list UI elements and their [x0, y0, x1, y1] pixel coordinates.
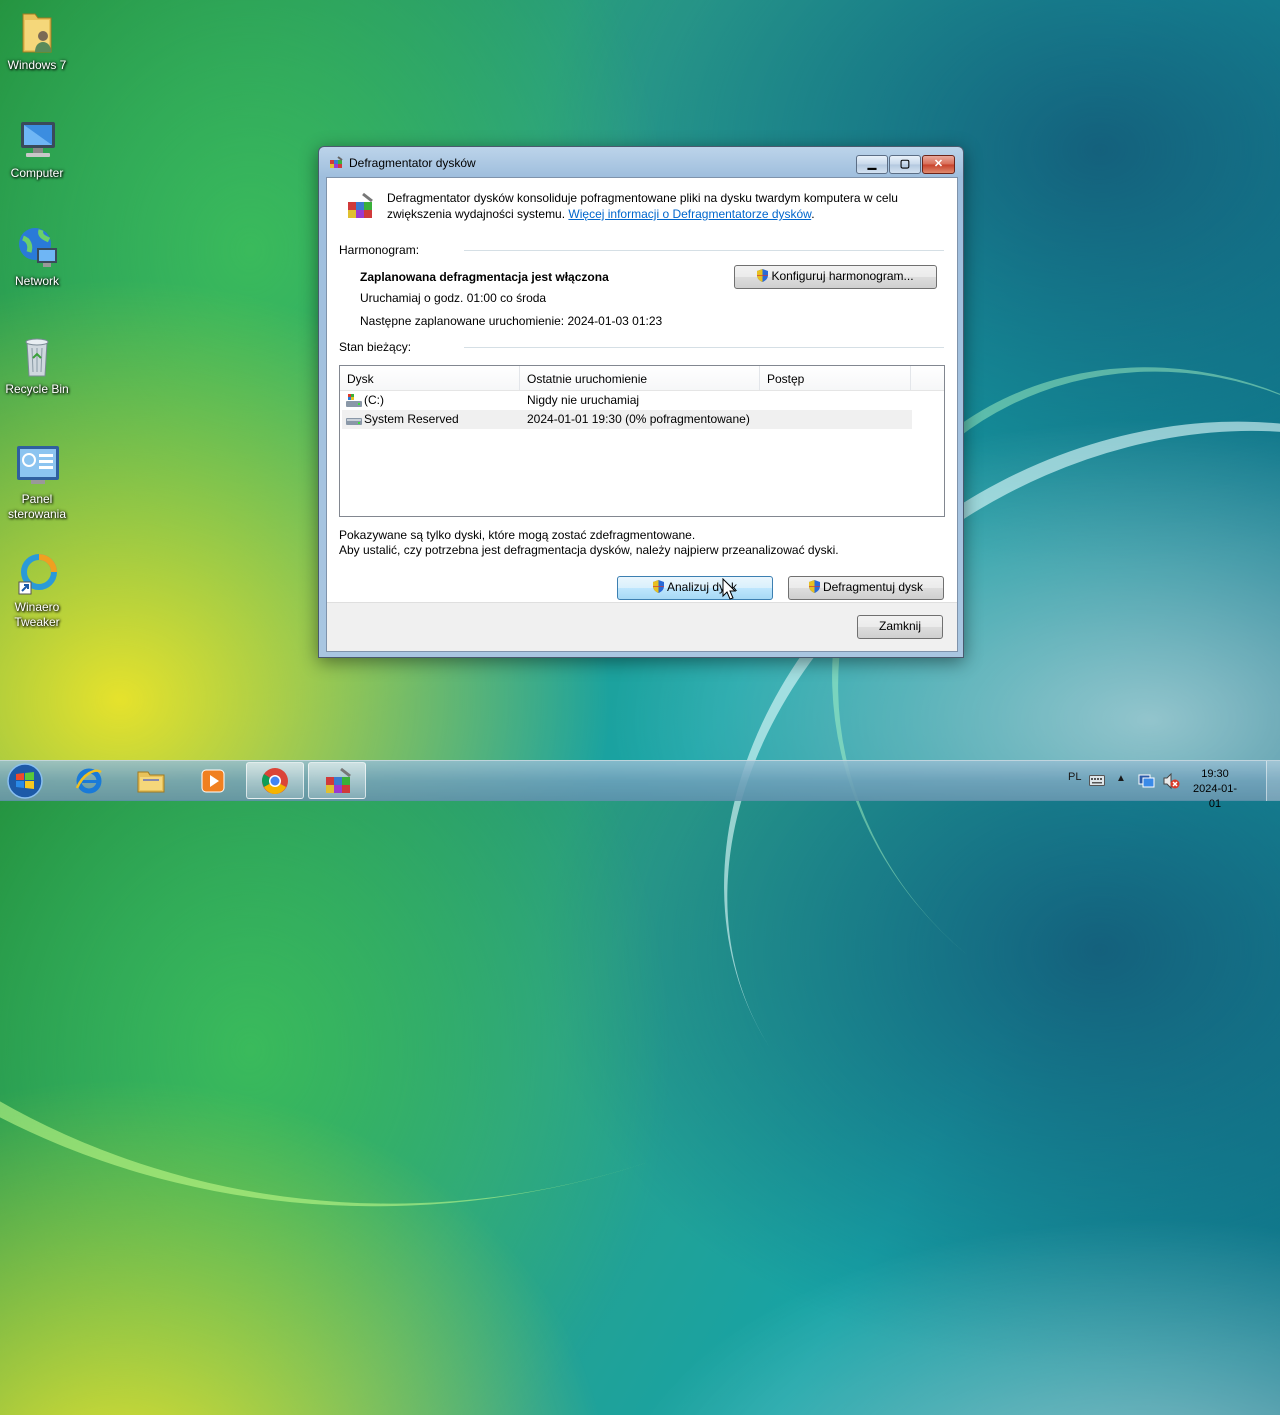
- drive-icon: [346, 413, 362, 426]
- show-desktop-button[interactable]: [1266, 761, 1280, 801]
- dialog-button-bar: Zamknij: [327, 602, 957, 651]
- desktop-icon-windows7[interactable]: Windows 7: [2, 8, 72, 73]
- intro-link-suffix: .: [811, 207, 815, 221]
- schedule-separator: [464, 250, 944, 251]
- status-separator: [464, 347, 944, 348]
- uac-shield-icon: [757, 268, 769, 282]
- close-button[interactable]: Zamknij: [857, 615, 943, 639]
- clock-time: 19:30: [1201, 768, 1229, 780]
- window-client-area: Defragmentator dysków konsoliduje pofrag…: [326, 177, 958, 652]
- disk-last-run: Nigdy nie uruchamiaj: [527, 393, 640, 407]
- disk-name: (C:): [364, 393, 384, 407]
- media-player-icon: [201, 769, 225, 793]
- desktop-icon-label: Windows 7: [7, 58, 67, 72]
- action-center-icon[interactable]: [1137, 772, 1155, 790]
- desktop-icon-network[interactable]: Network: [2, 224, 72, 289]
- desktop-icon-label: Network: [14, 274, 59, 288]
- current-status-label: Stan bieżący:: [339, 340, 412, 354]
- keyboard-icon[interactable]: [1089, 775, 1105, 786]
- disk-row-c[interactable]: (C:) Nigdy nie uruchamiaj: [342, 391, 912, 410]
- intro-text: Defragmentator dysków konsoliduje pofrag…: [387, 190, 947, 222]
- more-info-link[interactable]: Więcej informacji o Defragmentatorze dys…: [568, 207, 811, 221]
- note-line-2: Aby ustalić, czy potrzebna jest defragme…: [339, 543, 839, 557]
- user-folder-icon: [13, 8, 61, 56]
- taskbar-chrome[interactable]: [246, 762, 304, 799]
- defrag-app-icon: [326, 767, 351, 793]
- uac-shield-icon: [808, 579, 820, 593]
- minimize-button[interactable]: ▁: [856, 155, 888, 174]
- control-panel-icon: [13, 442, 61, 490]
- desktop-icon-control-panel[interactable]: Panel sterowania: [2, 442, 72, 522]
- maximize-icon: ▢: [899, 158, 911, 170]
- close-icon: ✕: [933, 158, 944, 170]
- folder-icon: [137, 771, 165, 793]
- chrome-icon: [261, 768, 288, 794]
- system-drive-icon: [346, 394, 362, 407]
- defragmenter-window: Defragmentator dysków ▁ ▢ ✕ Defragmentat…: [318, 146, 964, 658]
- start-button[interactable]: [4, 763, 46, 799]
- taskbar-windows-explorer[interactable]: [122, 762, 180, 799]
- taskbar-disk-defragmenter[interactable]: [308, 762, 366, 799]
- schedule-status: Zaplanowana defragmentacja jest włączona: [360, 270, 609, 284]
- internet-explorer-icon: [75, 768, 102, 794]
- schedule-run-at: Uruchamiaj o godz. 01:00 co środa: [360, 291, 547, 305]
- schedule-next-run: Następne zaplanowane uruchomienie: 2024-…: [360, 314, 663, 328]
- analyze-disk-button[interactable]: Analizuj dysk: [617, 576, 773, 600]
- recycle-bin-icon: [13, 332, 61, 380]
- taskbar: PL ▲ 19:30 2024-01-01: [0, 760, 1280, 810]
- system-clock[interactable]: 19:30 2024-01-01: [1190, 767, 1240, 812]
- close-window-button[interactable]: ✕: [922, 155, 955, 174]
- column-header-last-run[interactable]: Ostatnie uruchomienie: [520, 366, 760, 390]
- clock-date: 2024-01-01: [1192, 783, 1238, 810]
- language-indicator[interactable]: PL: [1068, 771, 1081, 811]
- desktop-icon-recycle-bin[interactable]: Recycle Bin: [2, 332, 72, 397]
- network-globe-icon: [13, 224, 61, 272]
- disk-name: System Reserved: [364, 412, 459, 426]
- defrag-app-icon: [329, 156, 343, 170]
- winaero-tweaker-icon: [13, 550, 61, 598]
- configure-schedule-label: Konfiguruj harmonogram...: [771, 269, 914, 283]
- defrag-header-icon: [345, 192, 375, 222]
- taskbar-internet-explorer[interactable]: [60, 762, 118, 799]
- desktop-icon-label: Recycle Bin: [5, 382, 69, 396]
- mouse-pointer-icon: [722, 578, 736, 600]
- show-hidden-icons-chevron-icon[interactable]: ▲: [1116, 773, 1126, 813]
- disk-list[interactable]: Dysk Ostatnie uruchomienie Postęp (C:) N…: [339, 365, 945, 517]
- taskbar-media-player[interactable]: [184, 762, 242, 799]
- desktop-icon-label: Computer: [10, 166, 64, 180]
- disk-row-system-reserved[interactable]: System Reserved 2024-01-01 19:30 (0% pof…: [342, 410, 912, 429]
- computer-icon: [13, 116, 61, 164]
- volume-muted-icon[interactable]: [1162, 772, 1180, 790]
- desktop-icon-label: Winaero Tweaker: [14, 600, 60, 629]
- window-title: Defragmentator dysków: [349, 156, 476, 170]
- window-titlebar[interactable]: Defragmentator dysków ▁ ▢ ✕: [319, 147, 963, 177]
- desktop-icon-label: Panel sterowania: [7, 492, 67, 521]
- configure-schedule-button[interactable]: Konfiguruj harmonogram...: [734, 265, 937, 289]
- column-header-progress[interactable]: Postęp: [760, 366, 911, 390]
- schedule-section-label: Harmonogram:: [339, 243, 420, 257]
- column-header-disk[interactable]: Dysk: [340, 366, 520, 390]
- uac-shield-icon: [652, 579, 664, 593]
- disk-list-header: Dysk Ostatnie uruchomienie Postęp: [340, 366, 944, 391]
- disk-last-run: 2024-01-01 19:30 (0% pofragmentowane): [527, 412, 750, 426]
- desktop-icon-winaero-tweaker[interactable]: Winaero Tweaker: [2, 550, 72, 630]
- maximize-button[interactable]: ▢: [889, 155, 921, 174]
- note-line-1: Pokazywane są tylko dyski, które mogą zo…: [339, 528, 696, 542]
- defragment-disk-button[interactable]: Defragmentuj dysk: [788, 576, 944, 600]
- minimize-icon: ▁: [867, 158, 877, 170]
- desktop-icon-computer[interactable]: Computer: [2, 116, 72, 181]
- defragment-disk-label: Defragmentuj dysk: [822, 580, 924, 594]
